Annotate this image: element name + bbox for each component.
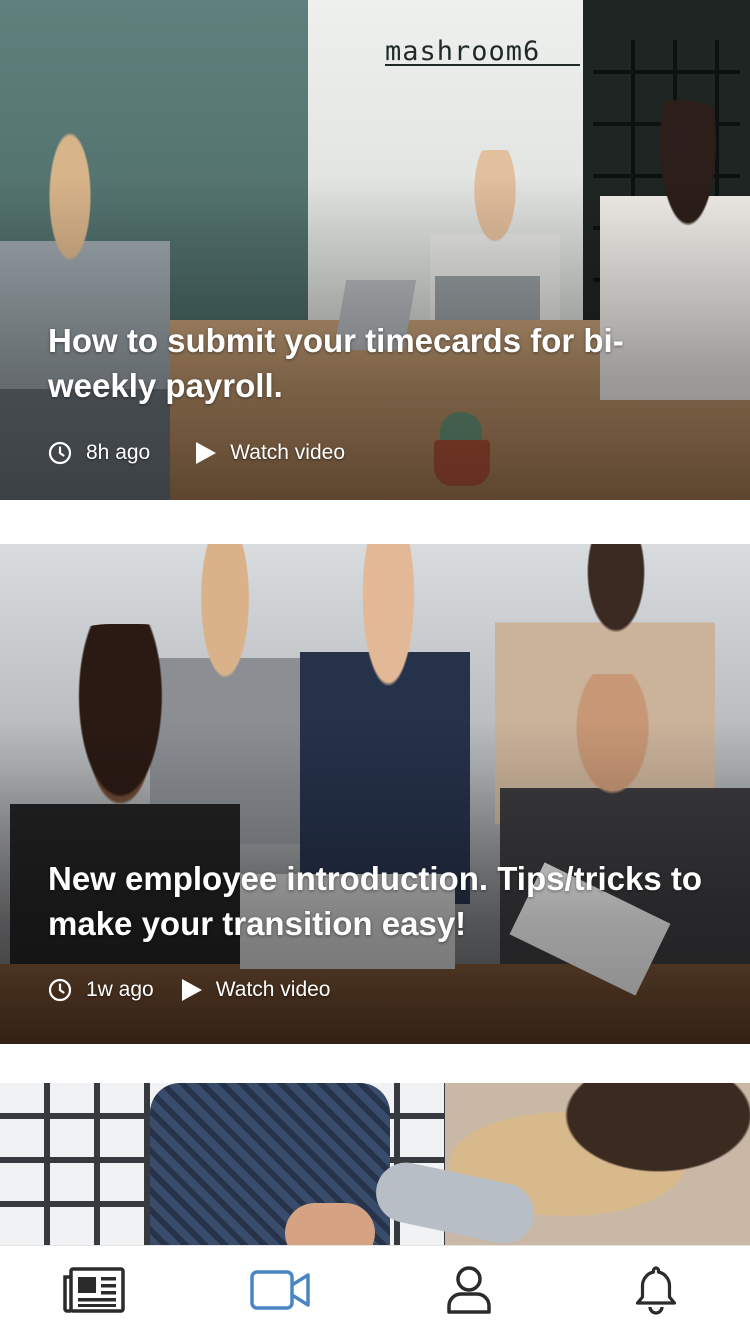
time-ago: 8h ago xyxy=(86,441,151,464)
newspaper-icon xyxy=(63,1267,125,1313)
watch-video-button[interactable]: Watch video xyxy=(180,978,331,1002)
video-card[interactable]: mashroom6 How to submit your timecards f… xyxy=(0,0,750,500)
bottom-tab-bar xyxy=(0,1245,750,1334)
video-title: New employee introduction. Tips/tricks t… xyxy=(48,860,703,942)
video-card[interactable] xyxy=(0,1083,750,1245)
bell-icon xyxy=(634,1265,678,1315)
video-card[interactable]: New employee introduction. Tips/tricks t… xyxy=(0,544,750,1044)
tab-videos[interactable] xyxy=(231,1255,331,1325)
play-icon xyxy=(180,978,204,1002)
video-meta: 1w ago Watch video xyxy=(48,978,331,1002)
watch-video-label: Watch video xyxy=(230,441,346,464)
tab-news[interactable] xyxy=(44,1255,144,1325)
video-title: How to submit your timecards for bi-week… xyxy=(48,322,624,404)
play-icon xyxy=(194,441,218,465)
video-meta: 8h ago Watch video xyxy=(48,441,345,465)
tab-notifications[interactable] xyxy=(606,1255,706,1325)
video-camera-icon xyxy=(250,1268,312,1312)
video-thumbnail xyxy=(0,1083,750,1245)
watch-video-button[interactable]: Watch video xyxy=(194,441,345,465)
time-ago: 1w ago xyxy=(86,978,154,1001)
user-icon xyxy=(446,1265,492,1315)
clock-icon xyxy=(48,978,72,1002)
watch-video-label: Watch video xyxy=(215,978,331,1001)
tab-profile[interactable] xyxy=(419,1255,519,1325)
clock-icon xyxy=(48,441,72,465)
